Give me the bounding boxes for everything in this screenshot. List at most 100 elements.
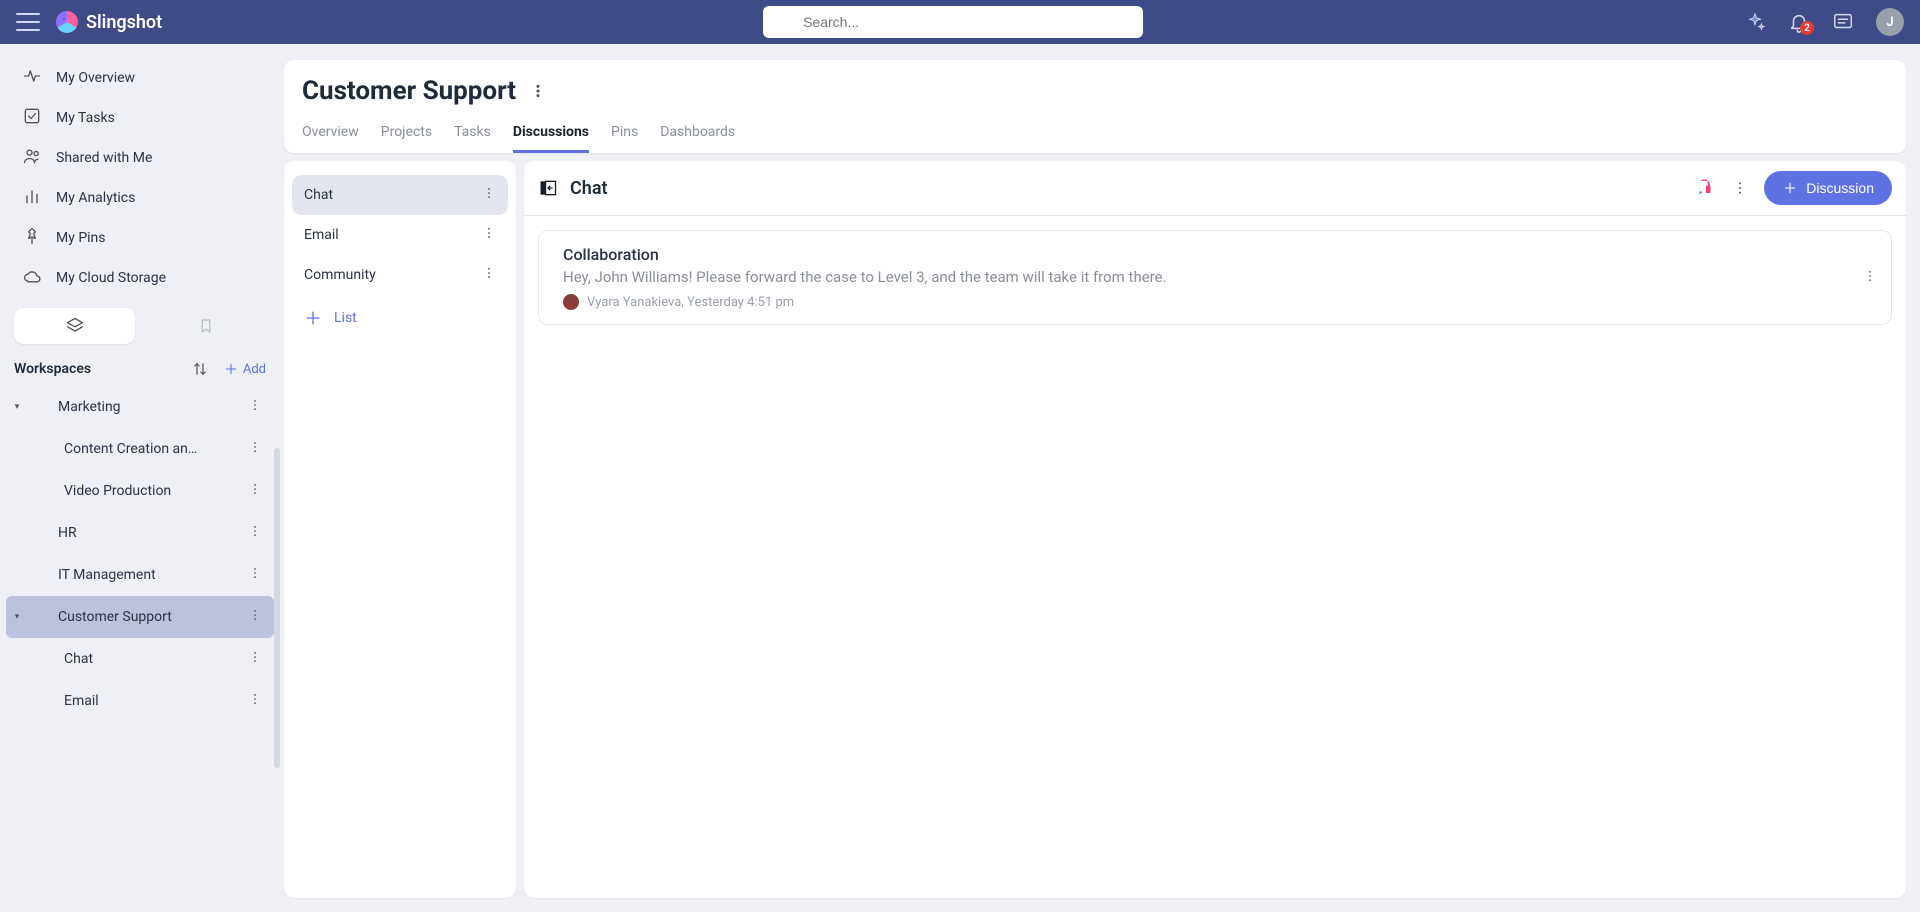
collapse-panel-icon[interactable] xyxy=(538,178,558,198)
pin-icon xyxy=(22,226,42,250)
thread-author-time: Vyara Yanakieva, Yesterday 4:51 pm xyxy=(587,295,794,310)
plus-icon xyxy=(223,361,239,377)
list-item-label: Email xyxy=(304,227,339,243)
rocket-icon[interactable] xyxy=(1694,177,1716,199)
more-icon[interactable] xyxy=(244,482,266,500)
workspace-label: Marketing xyxy=(58,399,236,415)
brand-label: Slingshot xyxy=(86,12,162,33)
layers-icon xyxy=(30,523,50,543)
tab-overview[interactable]: Overview xyxy=(302,124,359,153)
more-icon[interactable] xyxy=(244,692,266,710)
sidebar-item-my-overview[interactable]: My Overview xyxy=(6,58,274,98)
workspace-section-header: Workspaces Add xyxy=(0,354,280,384)
menu-toggle[interactable] xyxy=(16,13,40,31)
more-icon[interactable] xyxy=(244,524,266,542)
discussion-detail-panel: Chat Discussion Collaboration Hey, John … xyxy=(524,161,1906,898)
notification-badge: 2 xyxy=(1800,21,1814,35)
sidebar-item-label: My Pins xyxy=(56,230,106,246)
add-workspace-button[interactable]: Add xyxy=(223,361,266,377)
workspace-item[interactable]: ▾ Customer Support xyxy=(6,596,274,638)
users-icon xyxy=(22,146,42,170)
more-icon[interactable] xyxy=(244,608,266,626)
workspace-view-toggle[interactable] xyxy=(14,308,135,344)
sidebar-item-label: Shared with Me xyxy=(56,150,152,166)
workspace-item[interactable]: IT Management xyxy=(6,554,274,596)
more-icon[interactable] xyxy=(244,440,266,458)
bookmark-view-toggle[interactable] xyxy=(145,308,266,344)
discussion-title: Chat xyxy=(570,178,608,199)
sidebar-item-my-tasks[interactable]: My Tasks xyxy=(6,98,274,138)
page-header: Customer Support Overview Projects Tasks Di… xyxy=(284,60,1906,153)
sidebar-item-label: My Analytics xyxy=(56,190,135,206)
sidebar-item-my-analytics[interactable]: My Analytics xyxy=(6,178,274,218)
more-icon[interactable] xyxy=(482,266,496,284)
messages-icon[interactable] xyxy=(1832,11,1854,33)
workspaces-title: Workspaces xyxy=(14,361,91,377)
expand-icon[interactable]: ▾ xyxy=(12,612,22,622)
more-icon[interactable] xyxy=(482,186,496,204)
layers-icon xyxy=(30,607,50,627)
plus-icon xyxy=(303,308,323,328)
page-more-icon[interactable] xyxy=(530,83,546,99)
workspace-item[interactable]: ▾ Marketing xyxy=(6,386,274,428)
thread-meta: Vyara Yanakieva, Yesterday 4:51 pm xyxy=(563,294,1847,310)
activity-icon xyxy=(22,66,42,90)
tab-dashboards[interactable]: Dashboards xyxy=(660,124,735,153)
discussion-list-item[interactable]: Community xyxy=(292,255,508,295)
layers-icon xyxy=(30,397,50,417)
top-nav: Slingshot 2 J xyxy=(0,0,1920,44)
workspace-child-item[interactable]: Content Creation an… xyxy=(6,428,274,470)
thread-list: Collaboration Hey, John Williams! Please… xyxy=(524,216,1906,898)
workspace-label: IT Management xyxy=(58,567,236,583)
sidebar-item-label: My Overview xyxy=(56,70,135,86)
cloud-icon xyxy=(22,266,42,290)
sidebar-scrollbar[interactable] xyxy=(274,448,280,768)
workspace-child-item[interactable]: Chat xyxy=(6,638,274,680)
check-square-icon xyxy=(22,106,42,130)
panel-more-icon[interactable] xyxy=(1732,180,1748,196)
page-title: Customer Support xyxy=(302,76,516,106)
thread-preview: Hey, John Williams! Please forward the c… xyxy=(563,268,1847,286)
tab-projects[interactable]: Projects xyxy=(381,124,432,153)
more-icon[interactable] xyxy=(244,650,266,668)
thread-more-icon[interactable] xyxy=(1863,269,1877,287)
add-list-button[interactable]: List xyxy=(292,299,508,337)
user-avatar[interactable]: J xyxy=(1876,8,1904,36)
workspace-child-item[interactable]: Video Production xyxy=(6,470,274,512)
more-icon[interactable] xyxy=(244,398,266,416)
workspace-tree: ▾ Marketing Content Creation an… Video Pr… xyxy=(0,384,280,912)
thread-card[interactable]: Collaboration Hey, John Williams! Please… xyxy=(538,230,1892,325)
search-input[interactable] xyxy=(801,13,1133,31)
sort-icon[interactable] xyxy=(191,360,209,378)
workspace-child-item[interactable]: Email xyxy=(6,680,274,722)
more-icon[interactable] xyxy=(482,226,496,244)
discussion-list-item[interactable]: Email xyxy=(292,215,508,255)
logo-icon xyxy=(56,11,78,33)
layers-icon xyxy=(65,316,85,336)
sidebar-item-my-cloud-storage[interactable]: My Cloud Storage xyxy=(6,258,274,298)
brand[interactable]: Slingshot xyxy=(56,11,162,33)
sidebar: My Overview My Tasks Shared with Me My Anal… xyxy=(0,44,280,912)
search-icon xyxy=(773,13,791,31)
plus-icon xyxy=(1782,180,1798,196)
list-item-label: Community xyxy=(304,267,376,283)
sidebar-item-my-pins[interactable]: My Pins xyxy=(6,218,274,258)
ai-sparkle-icon[interactable] xyxy=(1744,11,1766,33)
tab-tasks[interactable]: Tasks xyxy=(454,124,491,153)
author-avatar xyxy=(563,294,579,310)
sidebar-view-toggle xyxy=(0,302,280,354)
sidebar-item-shared-with-me[interactable]: Shared with Me xyxy=(6,138,274,178)
more-icon[interactable] xyxy=(244,566,266,584)
tab-pins[interactable]: Pins xyxy=(611,124,638,153)
workspace-item[interactable]: HR xyxy=(6,512,274,554)
sidebar-item-label: My Cloud Storage xyxy=(56,270,166,286)
global-search[interactable] xyxy=(763,6,1143,38)
tab-discussions[interactable]: Discussions xyxy=(513,124,589,153)
layers-icon xyxy=(30,565,50,585)
expand-icon[interactable]: ▾ xyxy=(12,402,22,412)
sidebar-item-label: My Tasks xyxy=(56,110,115,126)
new-discussion-button[interactable]: Discussion xyxy=(1764,171,1892,205)
workspace-child-label: Video Production xyxy=(64,483,236,499)
discussion-list-item[interactable]: Chat xyxy=(292,175,508,215)
notifications-icon[interactable]: 2 xyxy=(1788,11,1810,33)
